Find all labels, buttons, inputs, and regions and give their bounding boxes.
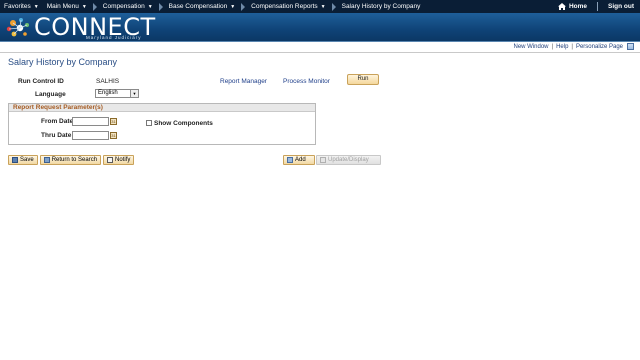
pipe-separator: | (571, 43, 573, 50)
save-label: Save (20, 157, 34, 163)
thru-date-input[interactable] (72, 131, 109, 140)
nav-favorites-label: Favorites (4, 3, 31, 10)
return-to-search-label: Return to Search (51, 157, 98, 163)
from-date-label: From Date (41, 118, 74, 125)
nav-compensation-reports-label: Compensation Reports (251, 3, 318, 10)
nav-main-menu[interactable]: Main Menu ▼ (43, 0, 91, 13)
run-control-value: SALHIS (96, 78, 120, 85)
chevron-down-icon: ▼ (147, 3, 153, 10)
save-icon (12, 157, 18, 163)
update-display-icon (320, 157, 326, 163)
nav-current-page: Salary History by Company (338, 0, 425, 13)
page-toolbar: Save Return to Search Notify (8, 155, 136, 165)
home-label: Home (568, 3, 587, 10)
language-label: Language (35, 91, 66, 98)
chevron-down-icon: ▼ (33, 3, 39, 10)
nav-compensation-reports[interactable]: Compensation Reports ▼ (247, 0, 329, 13)
process-monitor-link[interactable]: Process Monitor (283, 78, 330, 85)
nav-main-menu-label: Main Menu (46, 3, 79, 10)
nav-base-compensation[interactable]: Base Compensation ▼ (165, 0, 240, 13)
report-manager-link[interactable]: Report Manager (220, 78, 267, 85)
breadcrumb-separator-icon (331, 2, 336, 11)
run-button[interactable]: Run (347, 74, 379, 85)
update-display-button[interactable]: Update/Display (316, 155, 381, 165)
notify-label: Notify (115, 157, 131, 163)
nav-current-page-label: Salary History by Company (341, 3, 421, 10)
home-icon (557, 3, 566, 10)
nav-favorites[interactable]: Favorites ▼ (0, 0, 43, 13)
breadcrumb-separator-icon (92, 2, 97, 11)
add-label: Add (295, 157, 306, 163)
report-parameters-header: Report Request Parameter(s) (9, 104, 315, 112)
notify-icon (107, 157, 114, 163)
nav-base-compensation-label: Base Compensation (168, 3, 228, 10)
return-to-search-button[interactable]: Return to Search (39, 155, 102, 165)
chevron-down-icon: ▼ (320, 3, 326, 10)
breadcrumb-separator-icon (158, 2, 163, 11)
banner: CONNECT Maryland Judiciary (0, 13, 640, 42)
sign-out-link[interactable]: Sign out (598, 3, 640, 10)
show-components-label: Show Components (154, 120, 213, 127)
new-window-link[interactable]: New Window (513, 44, 548, 50)
return-icon (43, 157, 50, 163)
chevron-down-icon: ▼ (230, 3, 236, 10)
page-title: Salary History by Company (8, 57, 118, 67)
calendar-icon[interactable]: 31 (110, 132, 117, 139)
utility-links: New Window | Help | Personalize Page (513, 43, 634, 50)
personalize-page-link[interactable]: Personalize Page (576, 44, 623, 50)
grid-icon[interactable] (627, 43, 634, 50)
save-button[interactable]: Save (8, 155, 38, 165)
run-control-label: Run Control ID (18, 78, 64, 85)
thru-date-label: Thru Date (41, 132, 72, 139)
calendar-icon[interactable]: 31 (110, 118, 117, 125)
add-button[interactable]: Add (283, 155, 315, 165)
update-display-label: Update/Display (328, 157, 369, 163)
logo-subtitle: Maryland Judiciary (86, 35, 142, 40)
show-components-checkbox[interactable] (146, 120, 152, 126)
language-select[interactable]: English ▼ (95, 89, 139, 98)
add-icon (287, 157, 293, 163)
language-select-value: English (98, 90, 118, 96)
home-link[interactable]: Home (548, 3, 597, 10)
from-date-input[interactable] (72, 117, 109, 126)
notify-button[interactable]: Notify (103, 155, 135, 165)
breadcrumb-separator-icon (241, 2, 246, 11)
nav-right-links: Home Sign out (548, 0, 640, 13)
connect-logo-icon (6, 18, 29, 37)
nav-compensation[interactable]: Compensation ▼ (99, 0, 157, 13)
chevron-down-icon: ▼ (81, 3, 87, 10)
chevron-down-icon[interactable]: ▼ (130, 90, 138, 97)
pipe-separator: | (551, 43, 554, 50)
nav-compensation-label: Compensation (102, 3, 145, 10)
help-link[interactable]: Help (556, 44, 568, 50)
divider-line (0, 52, 640, 53)
top-nav-bar: Favorites ▼ Main Menu ▼ Compensation ▼ B… (0, 0, 640, 13)
